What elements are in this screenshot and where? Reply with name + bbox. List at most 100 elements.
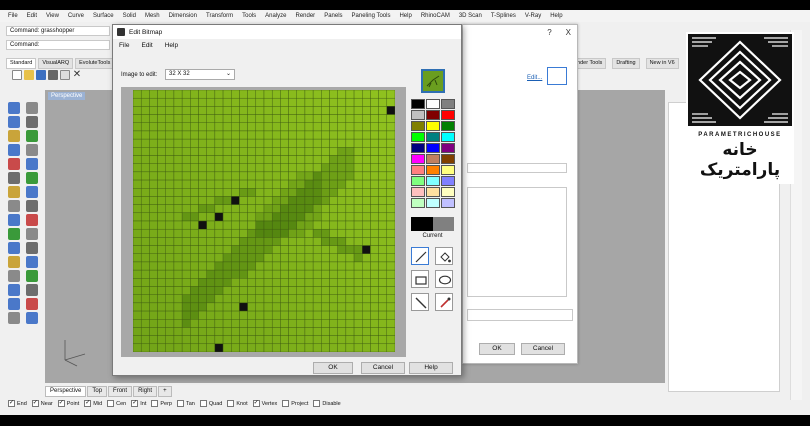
palette-swatch[interactable] — [441, 165, 455, 175]
pixel-cell[interactable] — [321, 343, 330, 352]
pixel-cell[interactable] — [312, 212, 322, 222]
menu-item[interactable]: Paneling Tools — [352, 13, 391, 19]
pixel-cell[interactable] — [231, 130, 240, 140]
pixel-cell[interactable] — [140, 286, 150, 295]
pixel-cell[interactable] — [271, 327, 281, 336]
pixel-cell[interactable] — [370, 114, 379, 123]
pixel-cell[interactable] — [288, 343, 297, 352]
pixel-cell[interactable] — [386, 220, 395, 230]
pixel-cell[interactable] — [329, 319, 338, 328]
menu-item[interactable]: Dimension — [169, 13, 197, 19]
pixel-cell[interactable] — [198, 130, 207, 140]
pixel-cell[interactable] — [271, 138, 281, 148]
pixel-cell[interactable] — [165, 130, 175, 140]
pixel-cell[interactable] — [198, 163, 207, 173]
osnap-end[interactable]: ✓ End — [8, 400, 27, 407]
cut-icon[interactable]: ✕ — [72, 70, 82, 80]
pixel-cell[interactable] — [296, 278, 306, 287]
pixel-cell[interactable] — [239, 97, 248, 107]
toolbar-tab-visualarq[interactable]: VisualARQ — [38, 58, 74, 69]
pixel-cell[interactable] — [353, 138, 363, 148]
pixel-cell[interactable] — [304, 130, 314, 140]
palette-swatch[interactable] — [411, 110, 425, 120]
pixel-cell[interactable] — [345, 286, 355, 295]
pixel-cell[interactable] — [157, 114, 166, 123]
pixel-cell[interactable] — [149, 130, 158, 140]
pixel-cell[interactable] — [280, 269, 289, 279]
checkbox-icon[interactable] — [176, 400, 184, 407]
pixel-cell[interactable] — [133, 228, 142, 238]
pixel-cell[interactable] — [304, 106, 314, 115]
pixel-cell[interactable] — [386, 122, 395, 132]
pixel-cell[interactable] — [231, 122, 240, 132]
pixel-cell[interactable] — [362, 155, 371, 164]
pixel-cell[interactable] — [362, 286, 371, 295]
pixel-cell[interactable] — [133, 97, 142, 107]
pixel-cell[interactable] — [304, 179, 314, 189]
pixel-cell[interactable] — [353, 245, 363, 254]
pixel-cell[interactable] — [140, 261, 150, 271]
pixel-cell[interactable] — [214, 310, 224, 320]
pixel-cell[interactable] — [337, 138, 347, 148]
pixel-cell[interactable] — [296, 286, 306, 295]
pixel-cell[interactable] — [271, 310, 281, 320]
pixel-cell[interactable] — [337, 212, 347, 222]
pixel-cell[interactable] — [255, 138, 265, 148]
pixel-cell[interactable] — [165, 204, 175, 214]
menu-item[interactable]: Render — [296, 13, 316, 19]
pixel-cell[interactable] — [231, 245, 240, 254]
palette-swatch[interactable] — [411, 99, 425, 109]
pixel-cell[interactable] — [239, 179, 248, 189]
pixel-cell[interactable] — [296, 212, 306, 222]
pixel-cell[interactable] — [231, 253, 240, 263]
pixel-cell[interactable] — [165, 155, 175, 164]
pixel-cell[interactable] — [321, 335, 330, 345]
pixel-cell[interactable] — [386, 335, 395, 345]
pixel-cell[interactable] — [296, 220, 306, 230]
pixel-cell[interactable] — [149, 204, 158, 214]
color-swatch[interactable] — [547, 67, 567, 85]
pixel-cell[interactable] — [329, 228, 338, 238]
pixel-cell[interactable] — [255, 253, 265, 263]
pixel-cell[interactable] — [280, 138, 289, 148]
pixel-cell[interactable] — [296, 155, 306, 164]
pixel-cell[interactable] — [386, 245, 395, 254]
pixel-cell[interactable] — [247, 245, 257, 254]
pixel-cell[interactable] — [263, 269, 273, 279]
pixel-cell[interactable] — [255, 294, 265, 304]
pixel-cell[interactable] — [271, 245, 281, 254]
command-tool-icon[interactable] — [26, 312, 38, 324]
pixel-cell[interactable] — [370, 155, 379, 164]
pixel-cell[interactable] — [206, 310, 216, 320]
pixel-cell[interactable] — [386, 138, 395, 148]
pixel-cell[interactable] — [165, 196, 175, 205]
pixel-cell[interactable] — [239, 212, 248, 222]
pixel-cell[interactable] — [353, 319, 363, 328]
osnap-project[interactable]: Project — [282, 400, 308, 407]
pixel-cell[interactable] — [190, 286, 199, 295]
pixel-cell[interactable] — [206, 130, 216, 140]
palette-swatch[interactable] — [411, 143, 425, 153]
pixel-cell[interactable] — [304, 122, 314, 132]
pixel-cell[interactable] — [362, 90, 371, 99]
pixel-cell[interactable] — [329, 147, 338, 156]
pixel-cell[interactable] — [337, 106, 347, 115]
pixel-cell[interactable] — [378, 343, 388, 352]
pixel-cell[interactable] — [173, 310, 183, 320]
bitmap-cancel-button[interactable]: Cancel — [361, 362, 405, 374]
pixel-cell[interactable] — [214, 319, 224, 328]
pixel-cell[interactable] — [206, 171, 216, 181]
pixel-cell[interactable] — [149, 106, 158, 115]
pixel-cell[interactable] — [239, 130, 248, 140]
pixel-cell[interactable] — [173, 228, 183, 238]
command-tool-icon[interactable] — [26, 270, 38, 282]
pixel-cell[interactable] — [181, 179, 191, 189]
pixel-cell[interactable] — [222, 171, 232, 181]
pixel-cell[interactable] — [181, 106, 191, 115]
pixel-cell[interactable] — [280, 319, 289, 328]
pixel-cell[interactable] — [214, 97, 224, 107]
pixel-cell[interactable] — [353, 106, 363, 115]
pixel-cell[interactable] — [140, 269, 150, 279]
pixel-cell[interactable] — [280, 310, 289, 320]
pixel-cell[interactable] — [149, 269, 158, 279]
